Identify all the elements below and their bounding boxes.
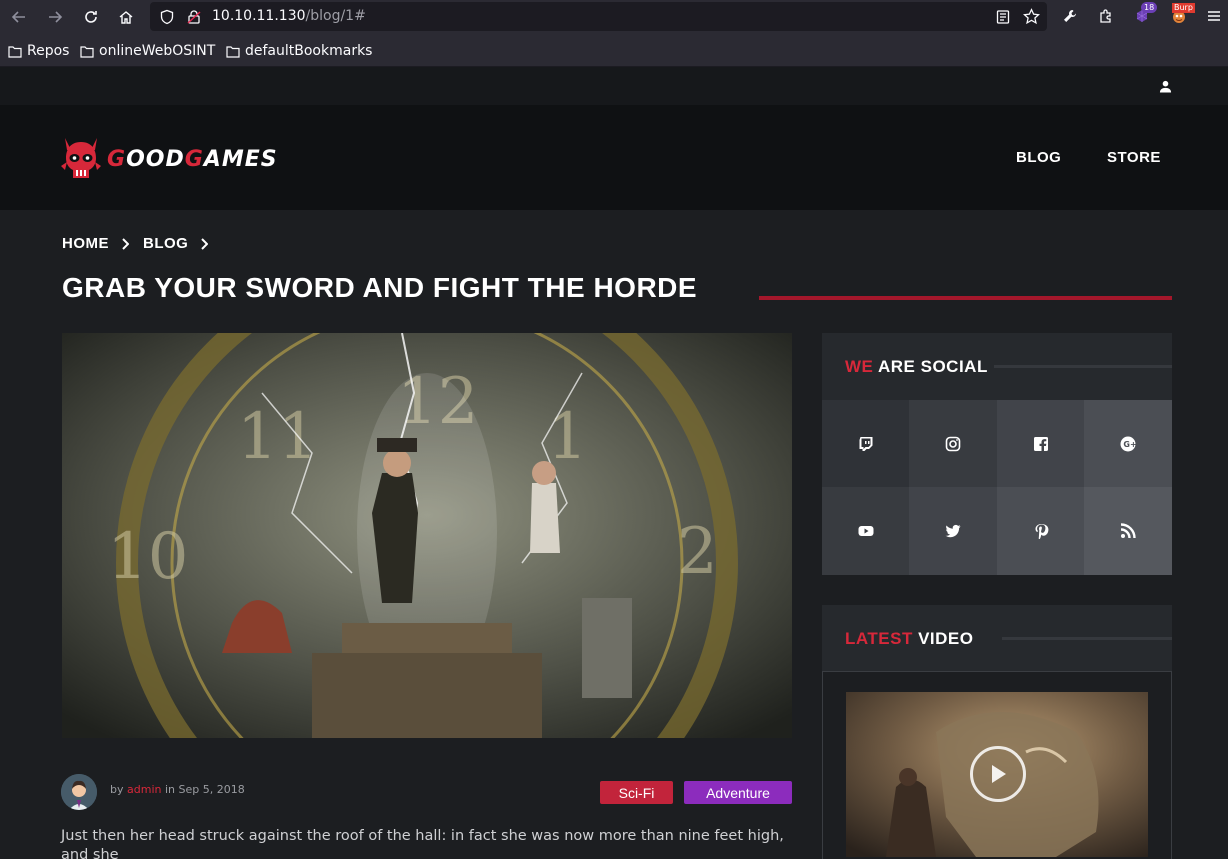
site-topbar [0, 67, 1228, 105]
browser-toolbar: 10.10.11.130/blog/1# 18 Burp [0, 0, 1228, 34]
by-label: by [110, 783, 124, 796]
extensions-icon[interactable] [1096, 6, 1116, 26]
widget-title-line [1002, 637, 1172, 640]
home-button[interactable] [113, 4, 139, 30]
pinterest-icon [1035, 524, 1048, 539]
arrow-left-icon [11, 11, 25, 23]
video-widget-header: LATEST VIDEO [822, 605, 1172, 672]
chevron-right-icon [122, 237, 129, 250]
play-button[interactable] [970, 746, 1026, 802]
post-date: Sep 5, 2018 [178, 783, 245, 796]
reload-icon [85, 11, 97, 23]
shield-icon [160, 9, 174, 25]
rss-link[interactable] [1084, 487, 1172, 575]
social-links-grid: G+ [822, 400, 1172, 575]
post-body-text: Just then her head struck against the ro… [61, 828, 784, 859]
latest-video-box [822, 671, 1172, 859]
menu-icon[interactable] [1204, 6, 1224, 26]
facebook-link[interactable] [997, 400, 1084, 487]
rss-icon [1120, 523, 1136, 539]
video-thumbnail[interactable] [846, 692, 1148, 857]
site-header: GOODGAMES BLOG STORE [0, 105, 1228, 210]
twitter-icon [945, 524, 961, 538]
twitch-icon [859, 436, 872, 451]
site-logo[interactable]: GOODGAMES [61, 136, 278, 182]
breadcrumb: HOME BLOG [62, 235, 222, 252]
svg-text:G+: G+ [1123, 440, 1136, 449]
burp-badge: Burp [1172, 3, 1195, 13]
play-icon [992, 765, 1006, 783]
arrow-right-icon [49, 11, 63, 23]
nav-blog-link[interactable]: BLOG [1016, 149, 1061, 166]
chevron-right-icon [201, 237, 209, 250]
post-meta: by admin in Sep 5, 2018 [110, 783, 245, 796]
in-label: in [164, 783, 175, 796]
tag-adventure[interactable]: Adventure [684, 781, 792, 804]
google-plus-icon: G+ [1120, 436, 1136, 451]
post-hero-image: 12 1 11 10 2 [62, 333, 792, 738]
folder-icon [226, 45, 240, 58]
url-bar[interactable]: 10.10.11.130/blog/1# [150, 2, 1047, 31]
wrench-icon[interactable] [1060, 6, 1080, 26]
url-host: 10.10.11.130 [212, 8, 306, 24]
instagram-link[interactable] [909, 400, 997, 487]
insecure-lock-icon [187, 10, 201, 24]
social-widget-header: WE ARE SOCIAL [822, 333, 1172, 400]
url-text: 10.10.11.130/blog/1# [212, 8, 366, 24]
reader-view-icon[interactable] [995, 9, 1011, 25]
pinterest-link[interactable] [997, 487, 1084, 575]
title-underline [759, 296, 1172, 300]
breadcrumb-home-link[interactable]: HOME [62, 235, 109, 252]
user-icon[interactable] [1159, 80, 1172, 93]
back-button[interactable] [6, 4, 32, 30]
home-icon [119, 11, 133, 24]
author-link[interactable]: admin [127, 783, 161, 796]
bookmark-repos[interactable]: Repos [8, 43, 69, 59]
youtube-icon [858, 526, 873, 536]
bookmark-label: Repos [27, 43, 70, 59]
bookmark-onlinewebosint[interactable]: onlineWebOSINT [80, 43, 215, 59]
widget-title-line [994, 365, 1172, 368]
skull-logo-icon [61, 138, 101, 178]
page-title: GRAB YOUR SWORD AND FIGHT THE HORDE [62, 272, 698, 303]
facebook-icon [1033, 436, 1048, 452]
svg-text:2: 2 [677, 515, 718, 589]
tag-scifi[interactable]: Sci-Fi [600, 781, 673, 804]
nav-store-link[interactable]: STORE [1107, 149, 1161, 166]
avatar-icon [61, 774, 97, 810]
video-widget-title: LATEST VIDEO [845, 629, 974, 648]
bookmarks-bar: Repos onlineWebOSINT defaultBookmarks [0, 34, 1228, 67]
social-widget-title: WE ARE SOCIAL [845, 357, 988, 376]
bookmark-label: onlineWebOSINT [99, 43, 216, 59]
folder-icon [8, 45, 22, 58]
logo-text: GOODGAMES [107, 146, 278, 172]
svg-text:10: 10 [107, 520, 188, 594]
author-avatar[interactable] [61, 774, 97, 810]
extension-badge: 18 [1141, 2, 1158, 13]
twitter-link[interactable] [909, 487, 997, 575]
forward-button[interactable] [42, 4, 68, 30]
google-plus-link[interactable]: G+ [1084, 400, 1172, 487]
bookmark-label: defaultBookmarks [245, 43, 373, 59]
breadcrumb-blog-link[interactable]: BLOG [143, 235, 188, 252]
twitch-link[interactable] [822, 400, 909, 487]
youtube-link[interactable] [822, 487, 909, 575]
clock-artwork-image: 12 1 11 10 2 [62, 333, 792, 738]
bookmark-defaultbookmarks[interactable]: defaultBookmarks [226, 43, 372, 59]
svg-text:1: 1 [547, 400, 588, 474]
folder-icon [80, 45, 94, 58]
instagram-icon [945, 436, 961, 451]
bookmark-star-icon[interactable] [1023, 8, 1040, 25]
url-path: /blog/1# [305, 8, 366, 24]
reload-button[interactable] [78, 4, 104, 30]
